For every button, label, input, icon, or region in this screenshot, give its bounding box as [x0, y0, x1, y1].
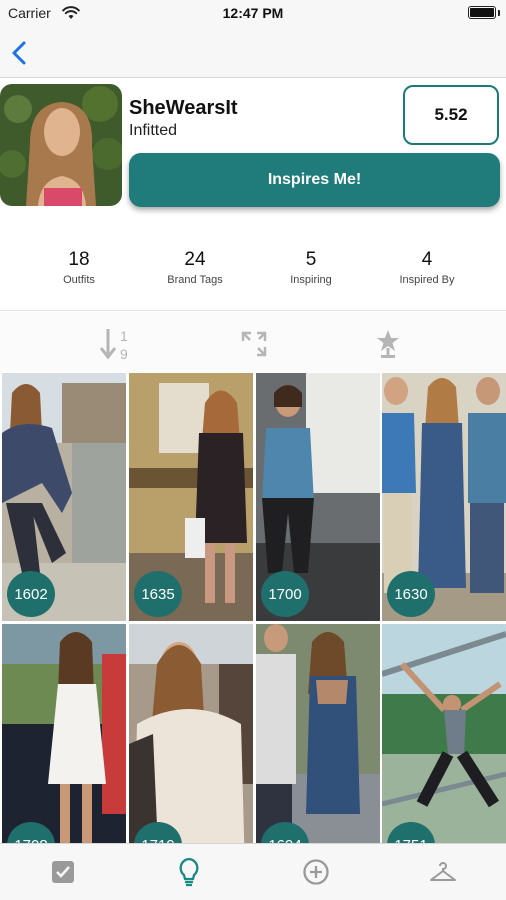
outfit-photo	[129, 624, 253, 843]
stat-label: Outfits	[63, 274, 95, 286]
status-bar: Carrier 12:47 PM	[0, 0, 506, 28]
stat-value: 4	[421, 249, 433, 270]
outfit-tile[interactable]: 1719	[129, 624, 253, 843]
sort-numeric-icon: 1 9	[99, 328, 128, 362]
sort-digit-top: 1	[120, 328, 128, 344]
hanger-icon	[430, 862, 456, 881]
outfit-photo	[256, 624, 380, 843]
outfit-tile[interactable]: 1630	[382, 373, 506, 621]
navigation-bar	[0, 28, 506, 78]
grid-toolbar: 1 9	[0, 312, 506, 372]
stat-inspired-by[interactable]: 4 Inspired By	[367, 248, 487, 286]
profile-name: SheWearsIt	[129, 97, 238, 119]
tab-checklist[interactable]	[46, 856, 80, 888]
stat-inspiring[interactable]: 5 Inspiring	[251, 248, 371, 286]
outfit-tile[interactable]: 1708	[2, 624, 126, 843]
divider	[0, 310, 506, 311]
score-box: 5.52	[403, 85, 499, 145]
battery-icon	[468, 6, 496, 19]
checkbox-icon	[52, 861, 74, 883]
star-trophy-icon	[377, 330, 399, 358]
stat-brand-tags[interactable]: 24 Brand Tags	[135, 248, 255, 286]
outfit-photo	[382, 624, 506, 843]
lightbulb-icon	[179, 857, 199, 887]
stats-row: 18 Outfits 24 Brand Tags 5 Inspiring 4 I…	[0, 248, 506, 298]
add-circle-icon	[303, 859, 329, 885]
battery-tip	[498, 10, 500, 16]
favorites-button[interactable]	[368, 326, 408, 362]
outfit-tile[interactable]: 1694	[256, 624, 380, 843]
stat-outfits[interactable]: 18 Outfits	[19, 248, 139, 286]
outfit-tile[interactable]: 1751	[382, 624, 506, 843]
outfit-score-badge: 1602	[7, 571, 55, 617]
tab-bar	[0, 843, 506, 900]
stat-label: Brand Tags	[167, 274, 223, 286]
stat-label: Inspired By	[399, 274, 455, 286]
chevron-left-icon[interactable]	[8, 40, 32, 66]
outfit-score-badge: 1635	[134, 571, 182, 617]
stat-label: Inspiring	[290, 274, 332, 286]
outfit-score-badge: 1700	[261, 571, 309, 617]
stat-value: 18	[68, 249, 90, 270]
outfit-tile[interactable]: 1635	[129, 373, 253, 621]
tab-add[interactable]	[299, 856, 333, 888]
sort-button[interactable]: 1 9	[96, 326, 136, 362]
tab-inspiration[interactable]	[172, 856, 206, 888]
stat-value: 24	[184, 249, 206, 270]
profile-avatar	[0, 84, 122, 206]
outfit-tile[interactable]: 1700	[256, 373, 380, 621]
outfit-photo	[2, 624, 126, 843]
stat-value: 5	[305, 249, 317, 270]
inspires-me-button[interactable]: Inspires Me!	[129, 153, 500, 207]
outfit-tile[interactable]: 1602	[2, 373, 126, 621]
expand-icon	[241, 331, 267, 357]
outfit-grid: 1602 1635 1700 1630	[0, 373, 506, 843]
tab-wardrobe[interactable]	[426, 856, 460, 888]
profile-subtitle: Infitted	[129, 122, 178, 139]
expand-button[interactable]	[234, 326, 274, 362]
sort-digit-bottom: 9	[120, 346, 128, 362]
outfit-score-badge: 1630	[387, 571, 435, 617]
clock: 12:47 PM	[222, 5, 284, 21]
